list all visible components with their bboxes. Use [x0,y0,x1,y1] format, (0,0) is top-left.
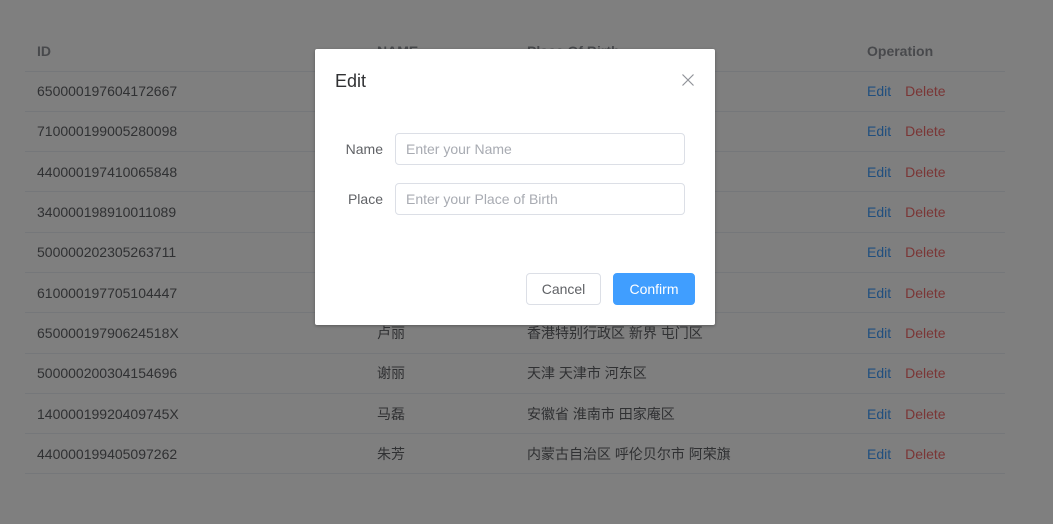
name-form-row: Name [315,133,715,165]
close-icon [682,74,694,86]
name-input[interactable] [395,133,685,165]
place-label: Place [347,191,383,207]
close-button[interactable] [679,71,697,89]
cancel-button[interactable]: Cancel [526,273,601,305]
confirm-button[interactable]: Confirm [613,273,695,305]
edit-dialog: Edit Name Place Cancel Confirm [315,49,715,325]
place-input[interactable] [395,183,685,215]
place-form-row: Place [315,183,715,215]
dialog-title: Edit [335,71,367,91]
name-label: Name [345,141,383,157]
